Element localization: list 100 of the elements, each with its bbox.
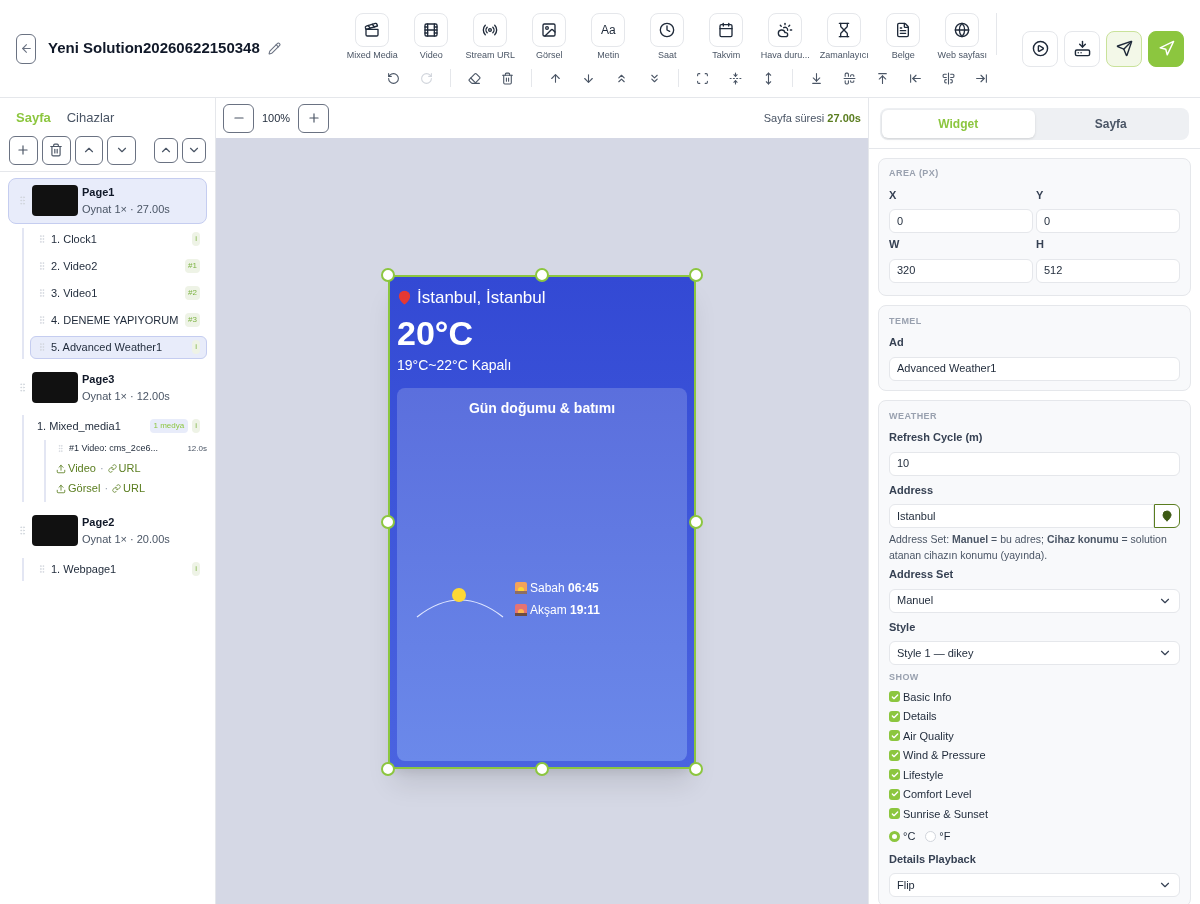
play-button[interactable] <box>1022 30 1058 67</box>
input-field[interactable]: 10 <box>889 451 1180 476</box>
url-link[interactable]: URL <box>107 460 141 477</box>
checkbox[interactable] <box>889 710 900 722</box>
layer-item[interactable]: 1. Mixed_media1 1 medya i <box>30 414 207 438</box>
drag-handle-icon[interactable] <box>17 525 28 536</box>
resize-handle[interactable] <box>689 268 703 282</box>
layer-label: 3. Video1 <box>51 285 99 301</box>
drag-handle-icon[interactable] <box>37 315 47 325</box>
media-duration: 12.0s <box>187 442 207 455</box>
page-row[interactable]: Page1 Oynat 1× · 27.00s <box>8 177 207 224</box>
drag-handle-icon[interactable] <box>17 195 28 206</box>
drag-handle-icon[interactable] <box>37 342 47 352</box>
widget-button[interactable]: Web sayfası <box>932 12 992 63</box>
input-field[interactable]: 0 <box>1036 209 1180 233</box>
layer-item[interactable]: 1. Webpage1 i <box>30 557 207 581</box>
page-row[interactable]: Page3 Oynat 1× · 12.00s <box>8 364 207 411</box>
resize-handle[interactable] <box>689 762 703 776</box>
checkbox-label: Lifestyle <box>903 767 944 783</box>
input-field[interactable]: 512 <box>1036 258 1180 283</box>
page-duration: Sayfa süresi 27.00s <box>763 110 861 126</box>
media-item[interactable]: #1 Video: cms_2ce6... <box>69 441 188 456</box>
input-field[interactable]: 0 <box>889 209 1033 233</box>
move-up-button[interactable] <box>74 135 104 165</box>
field-label: Refresh Cycle (m) <box>889 430 984 445</box>
resize-handle[interactable] <box>381 268 395 282</box>
send-button[interactable] <box>1106 30 1142 67</box>
move-down-button[interactable] <box>107 135 137 165</box>
address-field[interactable]: Istanbul <box>889 504 1154 528</box>
layer-item[interactable]: 4. DENEME YAPIYORUM #3 <box>30 308 207 332</box>
zoom-out-button[interactable] <box>223 103 254 133</box>
download-icon <box>1073 40 1091 57</box>
weather-widget[interactable]: İstanbul, İstanbul 20°C 19°C~22°C Kapalı Gün doğumu & batımı Sabah 06:45 Akşam 19:11 <box>388 275 696 769</box>
map-pin-icon <box>1161 510 1173 522</box>
drag-handle-icon[interactable] <box>37 288 47 298</box>
paper-plane-icon <box>1115 40 1133 57</box>
panel-tab[interactable]: Sayfa <box>1034 110 1187 138</box>
radio-button[interactable] <box>889 830 900 842</box>
url-link[interactable]: URL <box>112 480 146 497</box>
checkbox[interactable] <box>889 749 900 761</box>
page-thumbnail <box>32 372 78 403</box>
upload-link[interactable]: Görsel <box>56 480 101 497</box>
checkbox[interactable] <box>889 730 900 742</box>
drag-handle-icon[interactable] <box>56 444 65 453</box>
checkbox[interactable] <box>889 808 900 820</box>
widget-button[interactable]: Mixed Media <box>342 12 402 63</box>
drag-handle-icon[interactable] <box>37 564 47 574</box>
expand-button[interactable] <box>181 137 206 163</box>
address-set-select[interactable]: Manuel <box>889 588 1180 613</box>
widget-button[interactable]: Görsel <box>519 12 579 63</box>
checkbox[interactable] <box>889 691 900 703</box>
count-badge: i <box>192 419 200 433</box>
page-thumbnail <box>32 515 78 546</box>
sunrise-time: Sabah 06:45 <box>530 579 599 597</box>
resize-handle[interactable] <box>535 762 549 776</box>
layer-item[interactable]: 2. Video2 #1 <box>30 254 207 278</box>
download-button[interactable] <box>1064 30 1100 67</box>
plus-icon <box>306 111 321 125</box>
input-field[interactable]: 320 <box>889 258 1033 283</box>
location-button[interactable] <box>1154 504 1180 528</box>
back-button[interactable] <box>16 33 36 64</box>
add-page-button[interactable] <box>9 135 38 165</box>
page-info: Oynat 1× · 27.00s <box>82 201 170 217</box>
widget-button[interactable]: Saat <box>637 12 697 63</box>
upload-link[interactable]: Video <box>56 460 96 477</box>
zoom-in-button[interactable] <box>298 103 330 133</box>
checkbox[interactable] <box>889 769 900 781</box>
page-row[interactable]: Page2 Oynat 1× · 20.00s <box>8 507 207 554</box>
style-select[interactable]: Style 1 — dikey <box>889 641 1180 665</box>
widget-button[interactable]: Zamanlayıcı <box>814 12 874 63</box>
layer-item[interactable]: 3. Video1 #2 <box>30 281 207 305</box>
edit-icon[interactable] <box>267 42 281 55</box>
radio-button[interactable] <box>925 830 937 842</box>
widget-button[interactable]: Belge <box>873 12 933 63</box>
resize-handle[interactable] <box>535 268 549 282</box>
resize-handle[interactable] <box>689 515 703 529</box>
media-count-tag: 1 medya <box>149 419 189 433</box>
sidebar-tab[interactable]: Cihazlar <box>66 108 115 128</box>
widget-button[interactable]: Takvim <box>696 12 756 63</box>
temperature-range: 19°C~22°C Kapalı <box>397 355 513 375</box>
drag-handle-icon[interactable] <box>37 261 47 271</box>
check-icon <box>890 751 899 760</box>
widget-button[interactable]: Aa Metin <box>578 12 638 63</box>
delete-page-button[interactable] <box>41 135 71 165</box>
layer-item[interactable]: 1. Clock1 i <box>30 227 207 251</box>
widget-button[interactable]: Hava duru... <box>755 12 815 63</box>
checkbox[interactable] <box>889 788 900 800</box>
drag-handle-icon[interactable] <box>37 234 47 244</box>
resize-handle[interactable] <box>381 762 395 776</box>
drag-handle-icon[interactable] <box>17 382 28 393</box>
section-title: AREA (PX) <box>889 167 940 180</box>
widget-button[interactable]: Video <box>401 12 461 63</box>
collapse-button[interactable] <box>153 137 178 163</box>
playback-select[interactable]: Flip <box>889 873 1180 897</box>
pin-icon <box>397 290 412 306</box>
input-field[interactable]: Advanced Weather1 <box>889 356 1180 381</box>
globe-icon <box>954 21 971 38</box>
layer-item[interactable]: 5. Advanced Weather1 i <box>30 335 207 359</box>
widget-button[interactable]: Stream URL <box>460 12 520 63</box>
resize-handle[interactable] <box>381 515 395 529</box>
